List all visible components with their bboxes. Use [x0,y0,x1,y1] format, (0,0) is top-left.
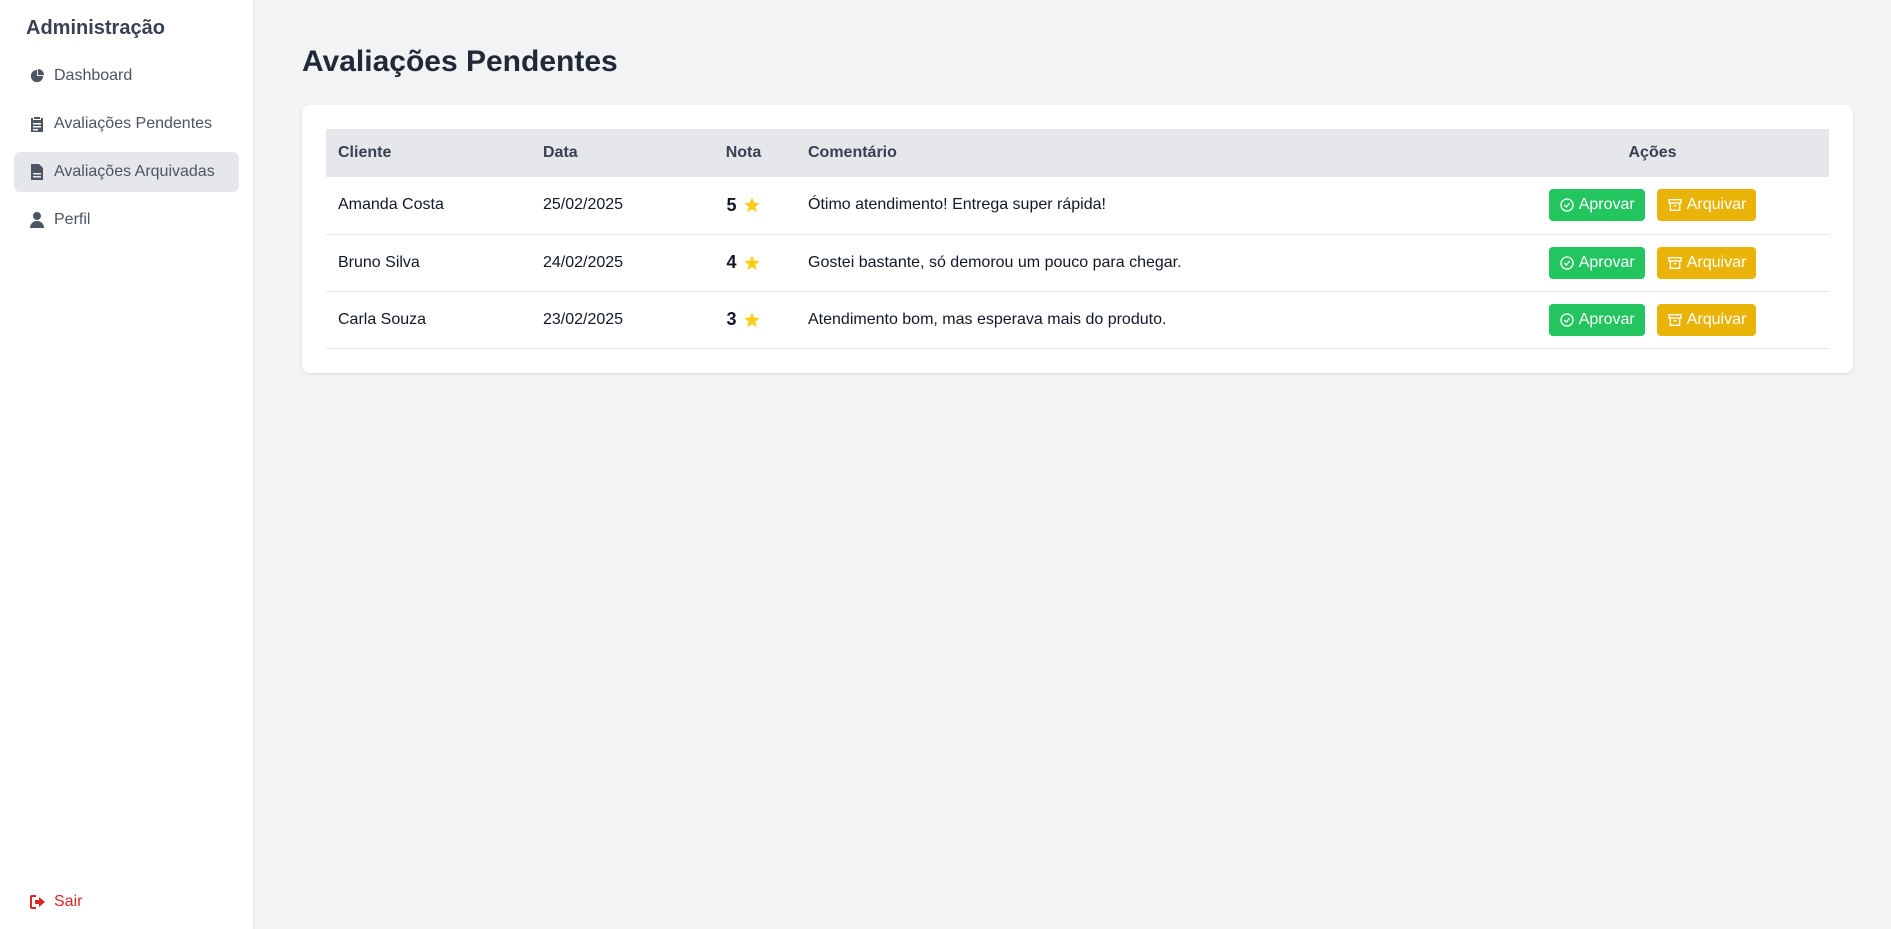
check-circle-icon [1560,198,1574,212]
rating: 4 [726,252,760,273]
archive-button[interactable]: Arquivar [1656,303,1757,336]
sidebar-item-pending-reviews[interactable]: Avaliações Pendentes [14,104,239,144]
star-icon [744,255,759,270]
cell-actions: Aprovar Arquivar [1476,234,1829,291]
cell-actions: Aprovar Arquivar [1476,291,1829,348]
column-header-client: Cliente [338,144,392,161]
approve-button[interactable]: Aprovar [1548,303,1645,336]
archive-button[interactable]: Arquivar [1656,246,1757,279]
column-header-rating: Nota [725,144,762,161]
sidebar-item-label: Dashboard [54,67,133,84]
archive-label: Arquivar [1686,253,1747,271]
column-header-date: Data [543,144,578,161]
check-circle-icon [1560,312,1574,327]
sidebar-item-label: Avaliações Pendentes [54,115,213,132]
chart-pie-icon [30,68,44,84]
user-icon [30,212,44,228]
approve-button[interactable]: Aprovar [1548,189,1645,222]
cell-date: 24/02/2025 [543,253,624,271]
column-header-actions: Ações [1628,144,1677,161]
archive-icon [1668,199,1682,212]
approve-button[interactable]: Aprovar [1548,246,1645,279]
cell-client: Bruno Silva [338,253,420,271]
approve-label: Aprovar [1578,310,1635,328]
star-icon [744,312,759,327]
table-row: Carla Souza 23/02/2025 3 Atendimento bom… [326,291,1829,348]
rating-value: 3 [726,309,737,329]
archive-button[interactable]: Arquivar [1656,189,1757,222]
cell-actions: Aprovar Arquivar [1476,177,1829,234]
cell-comment: Atendimento bom, mas esperava mais do pr… [808,310,1167,328]
table-header-row: Cliente Data Nota Comentário Ações [326,129,1829,177]
sidebar-title: Administração [26,17,165,39]
reviews-table: Cliente Data Nota Comentário Ações Amand… [326,129,1829,349]
cell-rating: 5 [691,177,796,234]
star-icon [744,197,759,213]
approve-label: Aprovar [1578,253,1635,271]
sidebar-item-dashboard[interactable]: Dashboard [14,56,239,96]
logout-label: Sair [54,893,83,910]
column-header-comment: Comentário [808,144,897,161]
rating: 5 [726,195,760,216]
cell-date: 25/02/2025 [543,196,624,214]
cell-client: Amanda Costa [338,196,444,214]
cell-comment: Ótimo atendimento! Entrega super rápida! [808,196,1106,214]
sidebar-item-archived-reviews[interactable]: Avaliações Arquivadas [14,152,239,192]
archive-icon [1668,256,1682,269]
archive-label: Arquivar [1686,196,1747,214]
rating: 3 [726,309,760,330]
table-row: Amanda Costa 25/02/2025 5 Ótimo atendime… [326,177,1829,234]
file-icon [30,164,44,180]
clipboard-icon [30,116,44,132]
cell-comment: Gostei bastante, só demorou um pouco par… [808,253,1182,271]
table-row: Bruno Silva 24/02/2025 4 Gostei bastante… [326,234,1829,291]
check-circle-icon [1560,255,1574,270]
sidebar-item-label: Avaliações Arquivadas [54,163,215,180]
page-title: Avaliações Pendentes [302,45,618,78]
rating-value: 5 [726,194,737,215]
sidebar: Administração Dashboard Avaliações Pende… [0,0,254,929]
sidebar-nav: Dashboard Avaliações Pendentes Avaliaçõe… [14,56,239,240]
archive-label: Arquivar [1686,310,1747,328]
logout-button[interactable]: Sair [30,893,82,911]
sign-out-icon [30,895,45,909]
rating-value: 4 [726,252,737,272]
cell-date: 23/02/2025 [543,310,624,328]
sidebar-item-label: Perfil [54,211,91,228]
cell-rating: 3 [691,291,796,348]
main-content: Avaliações Pendentes Cliente Data Nota C… [254,0,1891,929]
approve-label: Aprovar [1578,196,1635,214]
reviews-card: Cliente Data Nota Comentário Ações Amand… [302,105,1853,373]
cell-client: Carla Souza [338,310,427,328]
cell-rating: 4 [691,234,796,291]
sidebar-item-profile[interactable]: Perfil [14,200,239,240]
archive-icon [1668,313,1682,326]
